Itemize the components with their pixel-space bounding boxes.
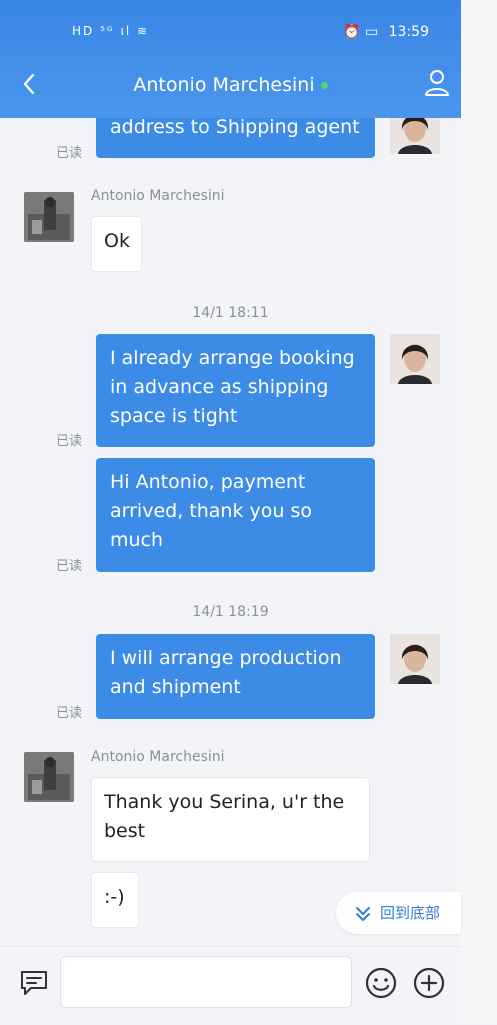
sender-name: Antonio Marchesini xyxy=(91,188,225,204)
right-gutter xyxy=(461,0,497,1024)
avatar xyxy=(24,752,74,802)
read-receipt: 已读 xyxy=(56,146,83,161)
timestamp: 14/1 18:11 xyxy=(192,305,269,321)
contact-name: Antonio Marchesini xyxy=(133,74,315,96)
emoji-icon[interactable] xyxy=(364,966,398,1004)
message-bubble-incoming[interactable]: Thank you Serina, u'r the best xyxy=(91,777,370,862)
scroll-to-bottom-label: 回到底部 xyxy=(380,904,441,922)
timestamp: 14/1 18:19 xyxy=(192,604,269,620)
message-text: :-) xyxy=(104,886,125,908)
read-receipt: 已读 xyxy=(56,559,83,574)
read-receipt: 已读 xyxy=(56,434,83,449)
chat-area[interactable]: address to Shipping agent 已读 Antonio Mar… xyxy=(0,118,461,946)
message-bubble-incoming[interactable]: :-) xyxy=(91,872,139,928)
nav-bar: Antonio Marchesini xyxy=(0,66,461,106)
message-bubble-outgoing[interactable]: I will arrange production and shipment xyxy=(96,634,375,719)
chevron-double-down-icon xyxy=(354,892,372,950)
avatar xyxy=(390,334,440,384)
message-icon[interactable] xyxy=(19,969,49,1001)
avatar xyxy=(24,192,74,242)
status-bar: HD ⁵ᴳ ıl ≋ ⏰ ▭ 13:59 xyxy=(0,20,461,48)
message-text: I will arrange production and shipment xyxy=(110,647,342,698)
sender-name: Antonio Marchesini xyxy=(91,749,225,765)
status-right: ⏰ ▭ 13:59 xyxy=(343,24,429,40)
plus-circle-icon[interactable] xyxy=(412,966,446,1004)
message-input[interactable] xyxy=(60,956,352,1008)
message-bubble-outgoing[interactable]: I already arrange booking in advance as … xyxy=(96,334,375,447)
chat-title: Antonio Marchesini xyxy=(0,74,461,96)
app-header: HD ⁵ᴳ ıl ≋ ⏰ ▭ 13:59 Antonio Marchesini xyxy=(0,0,461,118)
alarm-icon: ⏰ xyxy=(343,24,361,40)
message-text: I already arrange booking in advance as … xyxy=(110,347,355,427)
input-bar xyxy=(0,946,461,1025)
scroll-to-bottom-button[interactable]: 回到底部 xyxy=(336,892,461,934)
online-indicator xyxy=(320,82,328,89)
message-bubble-outgoing[interactable]: Hi Antonio, payment arrived, thank you s… xyxy=(96,458,375,572)
message-bubble-outgoing[interactable]: address to Shipping agent xyxy=(96,118,375,158)
status-time: 13:59 xyxy=(388,24,429,40)
read-receipt: 已读 xyxy=(56,706,83,721)
user-profile-icon[interactable] xyxy=(423,68,451,98)
message-text: Ok xyxy=(104,230,130,252)
message-text: address to Shipping agent xyxy=(110,118,360,138)
message-bubble-incoming[interactable]: Ok xyxy=(91,216,142,272)
battery-icon: ▭ xyxy=(364,24,379,40)
avatar xyxy=(390,118,440,154)
status-indicators: HD ⁵ᴳ ıl ≋ xyxy=(72,24,150,38)
avatar xyxy=(390,634,440,684)
message-text: Hi Antonio, payment arrived, thank you s… xyxy=(110,471,312,551)
message-text: Thank you Serina, u'r the best xyxy=(104,791,345,842)
